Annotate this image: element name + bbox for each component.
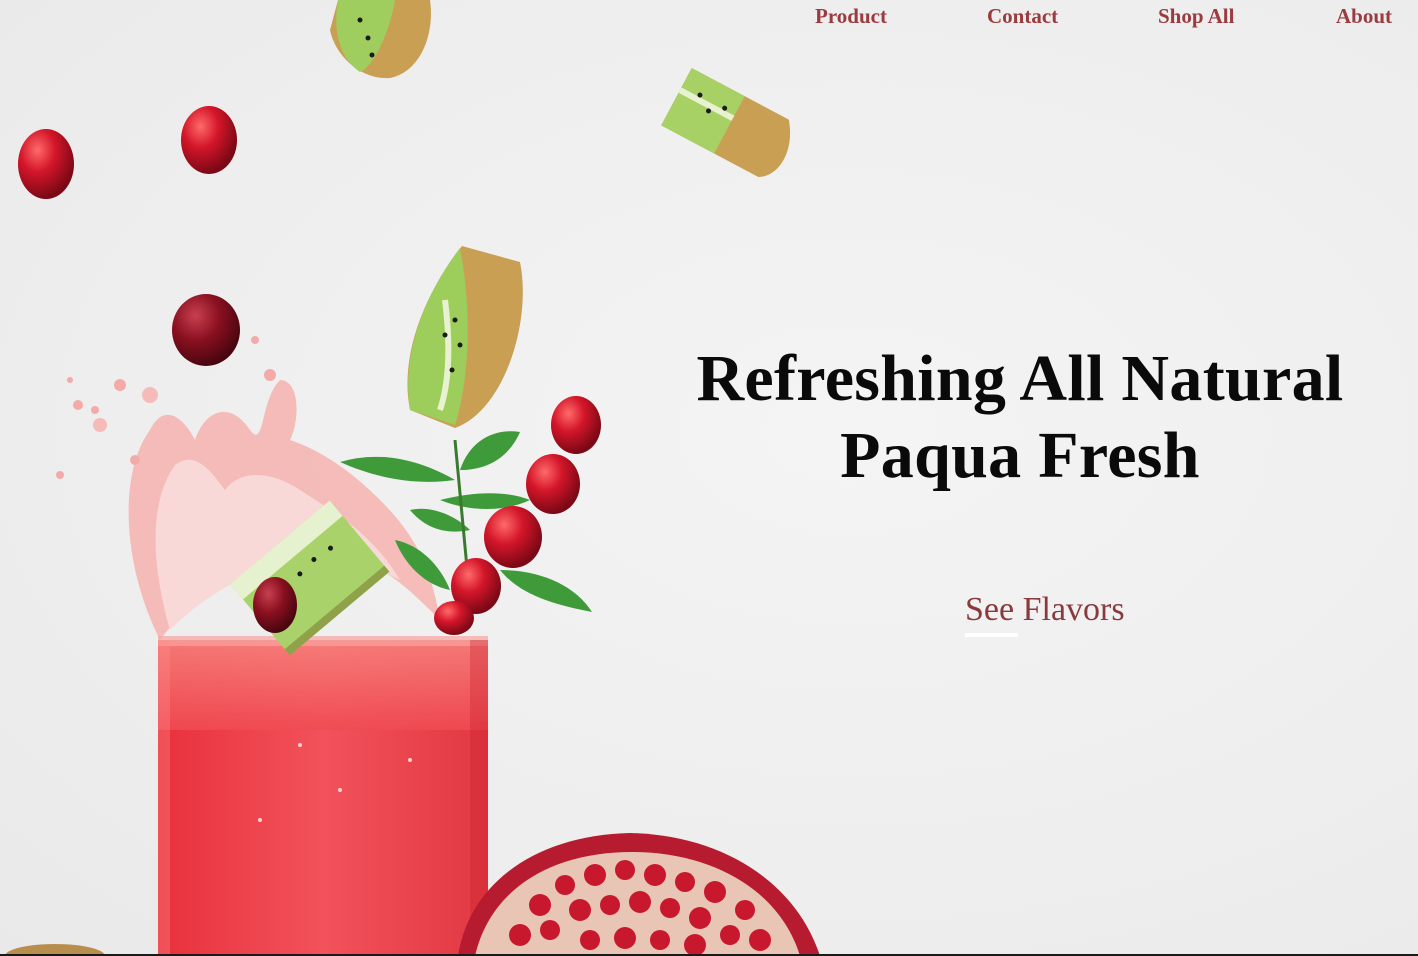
- kiwi-slice-right: [661, 67, 790, 178]
- hero-title: Refreshing All Natural Paqua Fresh: [640, 340, 1400, 494]
- nav-link-contact[interactable]: Contact: [987, 4, 1058, 29]
- nav-link-product[interactable]: Product: [815, 4, 887, 29]
- hero-title-line2: Paqua Fresh: [840, 419, 1200, 492]
- cta-underline: [965, 633, 1018, 637]
- juice-glass: [158, 636, 488, 956]
- top-nav: Product Contact Shop All About: [812, 4, 1402, 36]
- nav-link-shop-all[interactable]: Shop All: [1158, 4, 1234, 29]
- hero-title-line1: Refreshing All Natural: [696, 342, 1344, 415]
- nav-link-about[interactable]: About: [1336, 4, 1392, 29]
- pomegranate: [458, 833, 820, 956]
- see-flavors-link[interactable]: See Flavors: [965, 590, 1125, 630]
- kiwi-slice-center: [407, 246, 523, 428]
- landing-page: Product Contact Shop All About Refreshin…: [0, 0, 1418, 956]
- kiwi-slice-top: [330, 0, 431, 79]
- cranberries-flying: [18, 106, 237, 199]
- cherry-flying: [172, 294, 240, 366]
